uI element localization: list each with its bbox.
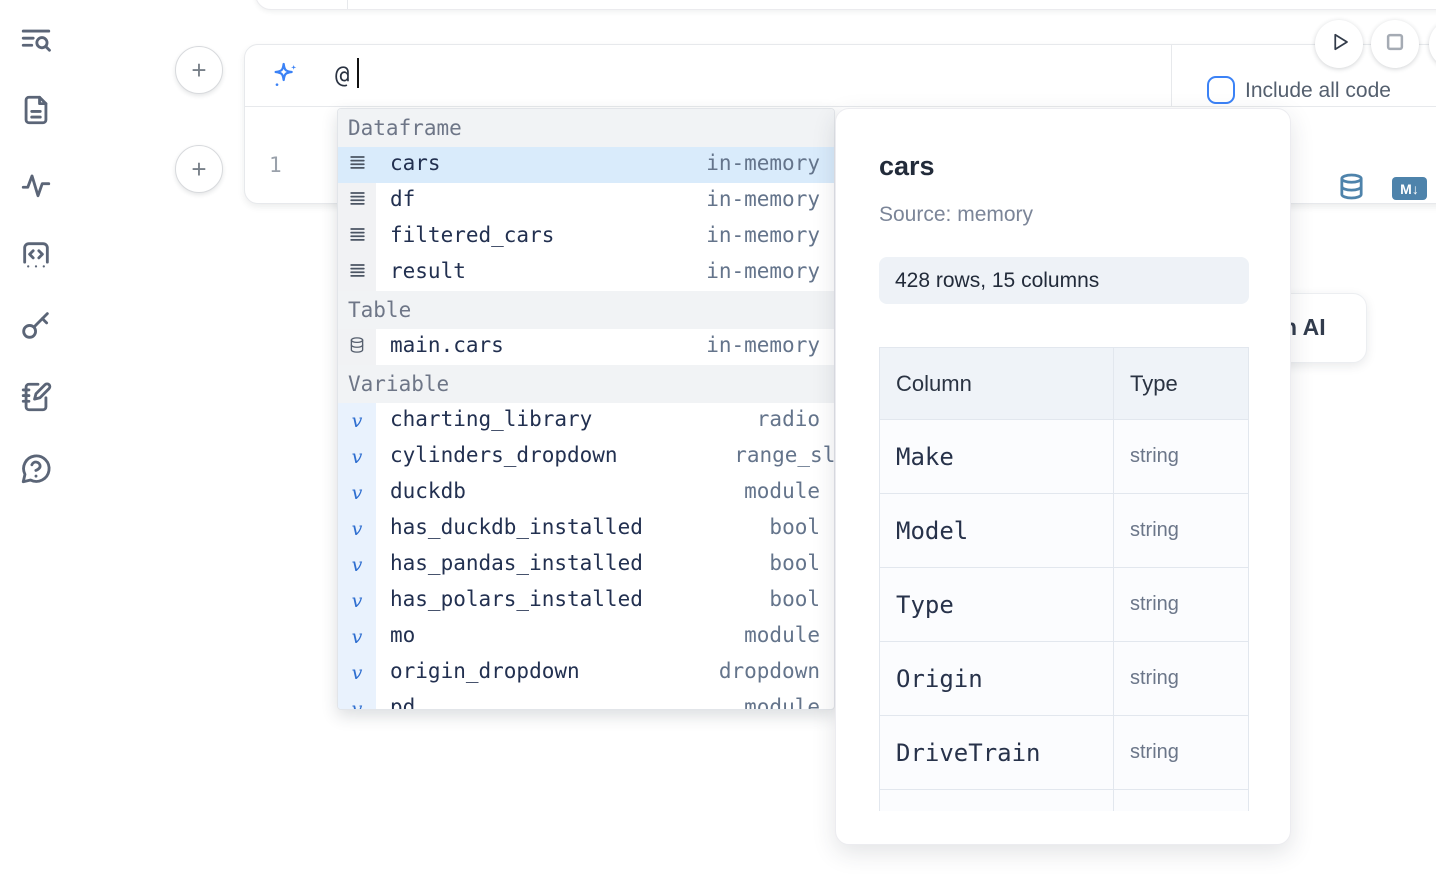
text-cursor [357,58,359,88]
variable-icon: v [352,482,363,504]
autocomplete-item-charting-library[interactable]: v charting_library radio [338,403,834,439]
autocomplete-item-filtered-cars[interactable]: filtered_cars in-memory [338,219,834,255]
previous-cell-divider [347,0,348,9]
preview-schema-table: Column Type Make string Model string Typ… [879,347,1249,811]
sidebar-item-help[interactable] [19,452,53,486]
play-icon [1324,27,1354,62]
preview-source: Source: memory [879,203,1033,227]
key-icon [19,329,53,346]
sparkles-ai-icon [269,60,301,92]
variable-icon: v [352,698,363,710]
variable-icon: v [352,590,363,612]
table-row: DriveTrain string [879,716,1249,790]
text-search-icon [19,45,53,62]
table-header-row: Column Type [879,347,1249,420]
section-header-variable: Variable [338,365,834,403]
autocomplete-item-pd[interactable]: v pd module [338,691,834,710]
include-all-code-label[interactable]: Include all code [1245,79,1391,103]
variable-icon: v [352,518,363,540]
autocomplete-item-result[interactable]: result in-memory [338,255,834,291]
sidebar-item-files[interactable] [19,93,53,127]
dataframe-rows-icon [348,189,367,213]
variable-icon: v [352,554,363,576]
preview-title: cars [879,151,935,182]
dataframe-rows-icon [348,261,367,285]
previous-cell-bottom [255,0,1436,10]
sidebar-item-tracing[interactable] [19,166,53,200]
autocomplete-item-cars[interactable]: cars in-memory [338,147,834,183]
add-cell-above-button[interactable]: + [175,46,223,94]
autocomplete-item-has-polars-installed[interactable]: v has_polars_installed bool [338,583,834,619]
code-square-icon [19,259,53,276]
sidebar-item-snippets[interactable] [19,238,53,272]
ai-prompt-row: @ Include all code [245,45,1436,107]
type-header: Type [1114,348,1248,419]
marimo-notebook-app: + + @ Include all code 1 M↓ [0,0,1436,874]
section-header-table: Table [338,291,834,329]
sidebar-item-secrets[interactable] [19,308,53,342]
add-cell-below-button[interactable]: + [175,145,223,193]
variable-icon: v [352,410,363,432]
input-row-divider [1171,45,1172,107]
database-icon [348,336,366,359]
sidebar-item-scratchpad[interactable] [19,380,53,414]
section-header-dataframe: Dataframe [338,109,834,147]
autocomplete-item-duckdb[interactable]: v duckdb module [338,475,834,511]
autocomplete-item-has-duckdb-installed[interactable]: v has_duckdb_installed bool [338,511,834,547]
datasources-icon[interactable] [1337,172,1366,201]
dataframe-rows-icon [348,225,367,249]
variable-icon: v [352,626,363,648]
table-row: Type string [879,568,1249,642]
help-chat-icon [19,473,53,490]
dataframe-rows-icon [348,153,367,177]
variable-icon: v [352,446,363,468]
table-row: Model string [879,494,1249,568]
markdown-convert-icon[interactable]: M↓ [1392,177,1427,200]
stop-icon [1380,27,1410,62]
stop-cell-button[interactable] [1371,20,1419,68]
table-row: Origin string [879,642,1249,716]
sidebar-item-search[interactable] [19,24,53,58]
notebook-pen-icon [19,401,53,418]
autocomplete-item-cylinders-dropdown[interactable]: v cylinders_dropdown range_sli [338,439,834,475]
line-number: 1 [269,153,282,177]
ai-prompt-input[interactable]: @ [335,61,349,89]
completion-preview-panel: cars Source: memory 428 rows, 15 columns… [835,108,1291,845]
autocomplete-item-df[interactable]: df in-memory [338,183,834,219]
autocomplete-item-origin-dropdown[interactable]: v origin_dropdown dropdown [338,655,834,691]
activity-icon [19,187,53,204]
include-all-code-checkbox[interactable] [1207,76,1235,104]
autocomplete-popup: Dataframe cars in-memory df in-memory fi… [337,108,835,710]
autocomplete-item-main-cars[interactable]: main.cars in-memory [338,329,834,365]
file-text-icon [19,114,53,131]
autocomplete-item-mo[interactable]: v mo module [338,619,834,655]
run-cell-button[interactable] [1315,20,1363,68]
column-header: Column [880,348,1114,419]
autocomplete-item-has-pandas-installed[interactable]: v has_pandas_installed bool [338,547,834,583]
table-row-partial [879,790,1249,811]
preview-shape-badge: 428 rows, 15 columns [879,257,1249,304]
variable-icon: v [352,662,363,684]
table-row: Make string [879,420,1249,494]
